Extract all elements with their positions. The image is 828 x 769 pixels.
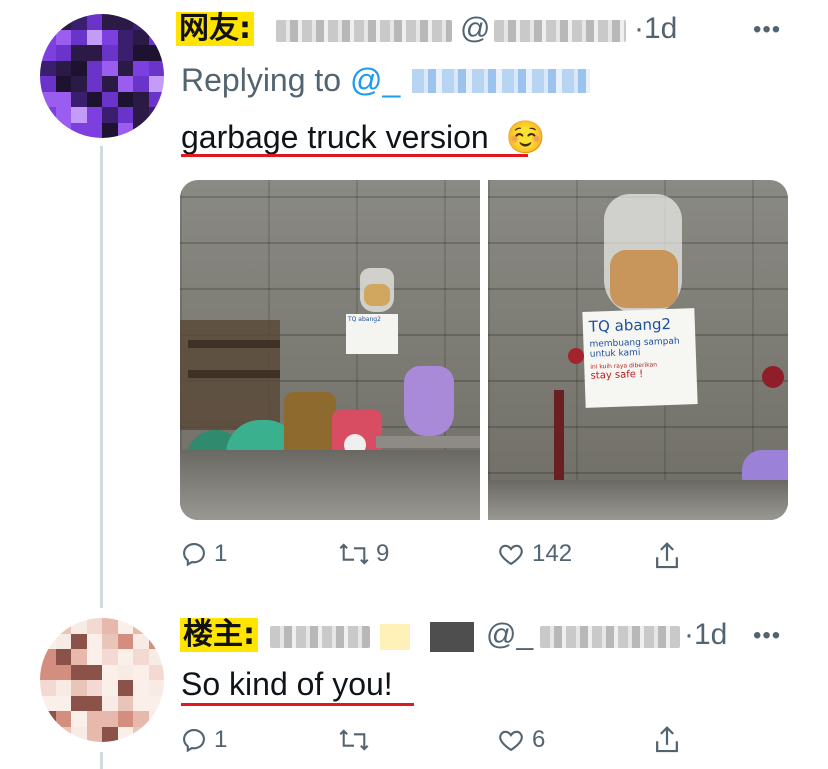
retweet-icon	[339, 729, 369, 751]
photo-left[interactable]: TQ abang2	[180, 180, 480, 520]
like-count: 142	[532, 540, 573, 567]
tweet-time[interactable]: ·1d	[634, 12, 677, 46]
avatar[interactable]	[40, 14, 164, 138]
highlight-underline-op	[181, 703, 414, 706]
retweet-count: 9	[376, 540, 390, 567]
retweet-button-op[interactable]	[338, 726, 376, 754]
note-large: TQ abang2 membuang sampah untuk kami ini…	[582, 308, 698, 408]
share-icon	[656, 542, 678, 569]
reply-count: 1	[214, 540, 228, 567]
reply-icon	[183, 729, 205, 753]
retweet-button[interactable]: 9	[338, 540, 389, 568]
more-icon[interactable]: •••	[753, 16, 781, 44]
label-tag-op: 楼主:	[180, 618, 258, 652]
purple-bag	[404, 366, 454, 436]
note-small: TQ abang2	[346, 314, 398, 354]
more-icon-op[interactable]: •••	[753, 622, 781, 650]
tweet-text-op: So kind of you!	[181, 666, 393, 702]
like-button-op[interactable]: 6	[496, 726, 545, 754]
like-icon	[499, 730, 523, 752]
share-button-op[interactable]	[652, 724, 682, 756]
display-name-image-redacted	[430, 622, 474, 652]
time-text-op: 1d	[694, 618, 728, 651]
reply-count-op: 1	[214, 726, 228, 753]
display-name-redacted-op[interactable]	[270, 626, 370, 648]
time-text: 1d	[644, 12, 678, 45]
display-name-redacted[interactable]	[276, 20, 452, 42]
handle-redacted[interactable]	[494, 20, 626, 42]
reply-button-op[interactable]: 1	[180, 726, 227, 754]
handle-redacted-op[interactable]	[540, 626, 680, 648]
replying-to: Replying to @_	[181, 62, 400, 99]
photo-right[interactable]: TQ abang2 membuang sampah untuk kami ini…	[488, 180, 788, 520]
avatar-op[interactable]	[40, 618, 164, 742]
retweet-icon	[339, 543, 369, 565]
reply-icon	[183, 543, 205, 567]
share-icon	[656, 726, 678, 753]
share-button[interactable]	[652, 540, 682, 572]
label-tag: 网友:	[176, 12, 254, 46]
highlight-underline	[181, 154, 528, 157]
thread-line-continued	[100, 752, 103, 769]
tweet-time-op[interactable]: ·1d	[684, 618, 727, 652]
handle-prefix-op[interactable]: @_	[486, 618, 533, 652]
replying-handle[interactable]: @_	[350, 62, 400, 98]
reply-button[interactable]: 1	[180, 540, 227, 568]
display-name-emoji-redacted	[380, 624, 410, 650]
thread-line	[100, 146, 103, 608]
like-icon	[499, 544, 523, 566]
tweet-text: garbage truck version ☺️	[181, 118, 545, 156]
emoji: ☺️	[505, 119, 546, 155]
like-button[interactable]: 142	[496, 540, 572, 568]
handle-prefix[interactable]: @	[460, 12, 490, 46]
tweet-media[interactable]: TQ abang2 TQ abang2 membuang sampah untu…	[180, 180, 788, 520]
replying-label: Replying to	[181, 62, 342, 98]
replying-handle-redacted[interactable]	[412, 69, 590, 93]
tweet-text-content: garbage truck version	[181, 119, 489, 155]
like-count-op: 6	[532, 726, 546, 753]
